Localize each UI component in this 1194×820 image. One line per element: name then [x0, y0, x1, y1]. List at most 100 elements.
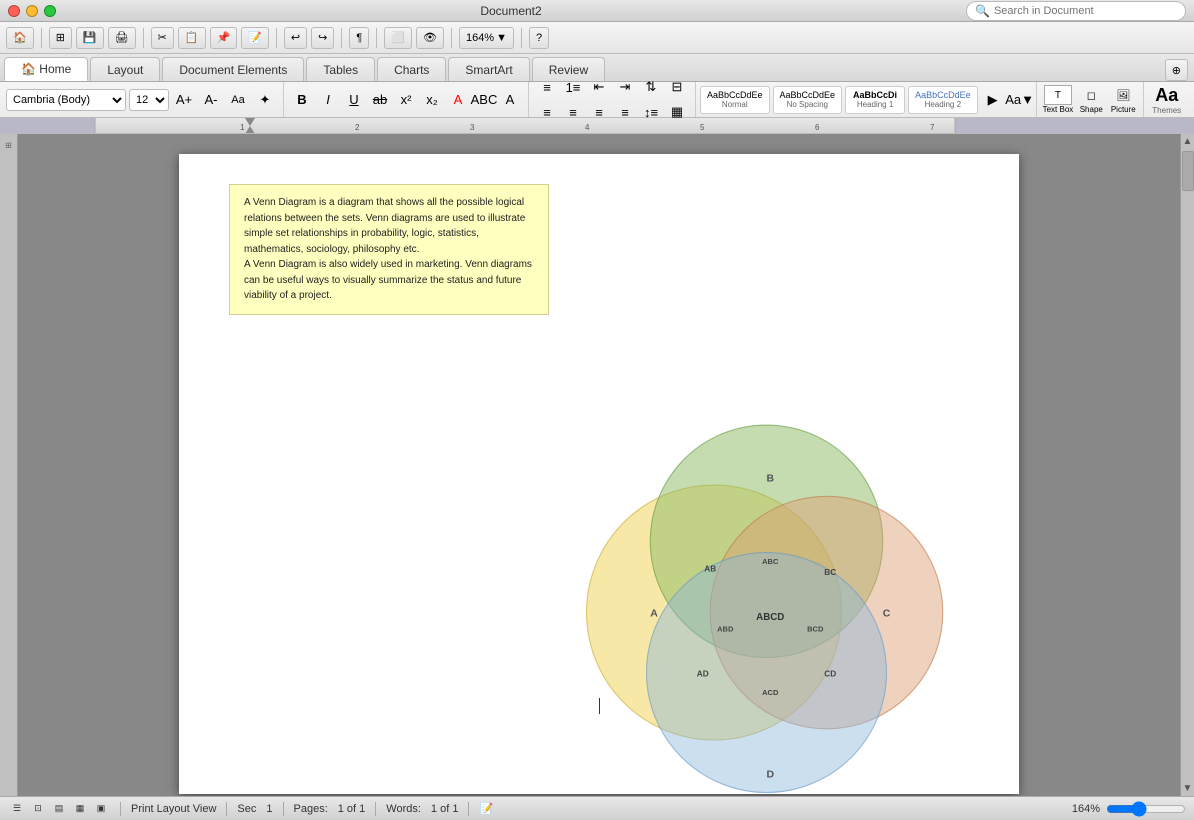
maximize-button[interactable] [44, 5, 56, 17]
view-outline-btn[interactable]: ⊡ [29, 801, 47, 817]
textbox-btn[interactable]: T Text Box [1043, 85, 1074, 114]
bullets-btn[interactable]: ≡ [535, 75, 559, 99]
zoom-slider[interactable] [1106, 801, 1186, 817]
expand-btn[interactable]: ⊕ [1165, 59, 1188, 81]
sort-btn[interactable]: ⇅ [639, 75, 663, 99]
status-sep4 [375, 802, 376, 816]
subscript-btn[interactable]: x₂ [420, 88, 444, 112]
themes-section: Aa Themes [1144, 82, 1189, 117]
borders-btn[interactable]: ⊟ [665, 75, 689, 99]
status-sep3 [283, 802, 284, 816]
themes-btn[interactable]: Aa [1155, 85, 1178, 106]
shape-btn[interactable]: ◻ Shape [1077, 85, 1105, 114]
superscript-btn[interactable]: x² [394, 88, 418, 112]
svg-text:2: 2 [355, 123, 360, 132]
view-draft-btn[interactable]: ▦ [71, 801, 89, 817]
highlight-btn[interactable]: ABC [472, 88, 496, 112]
minimize-button[interactable] [26, 5, 38, 17]
copy-btn[interactable]: 📋 [178, 27, 206, 49]
font-grow-btn[interactable]: A+ [172, 88, 196, 112]
font-color-btn[interactable]: A [446, 88, 470, 112]
numbering-btn[interactable]: 1≡ [561, 75, 585, 99]
scroll-track[interactable] [1181, 147, 1194, 783]
tab-document-elements[interactable]: Document Elements [162, 57, 304, 81]
label-c: C [883, 607, 891, 619]
venn-diagram: A B C D AB BC AD CD [549, 325, 969, 797]
outdent-btn[interactable]: ⇤ [587, 75, 611, 99]
status-sep5 [468, 802, 469, 816]
style-nospacing[interactable]: AaBbCcDdEe No Spacing [773, 86, 843, 114]
zoom-select[interactable]: 164% ▼ [459, 27, 514, 49]
style-heading2[interactable]: AaBbCcDdEe Heading 2 [908, 86, 978, 114]
search-icon: 🔍 [975, 4, 990, 18]
font-family-select[interactable]: Cambria (Body) [6, 89, 126, 111]
grid-btn[interactable]: ⊞ [49, 27, 72, 49]
undo-btn[interactable]: ↩ [284, 27, 307, 49]
tab-home[interactable]: 🏠 Home [4, 57, 88, 81]
document-page: A Venn Diagram is a diagram that shows a… [179, 154, 1019, 794]
print-btn[interactable]: 🖨 [108, 27, 136, 49]
char-format-btn[interactable]: A [498, 88, 522, 112]
zoom-controls: 164% [1072, 801, 1186, 817]
para-marks-btn[interactable]: ¶ [349, 27, 369, 49]
sep3 [276, 28, 277, 48]
scroll-thumb[interactable] [1182, 151, 1194, 191]
indent-btn[interactable]: ⇥ [613, 75, 637, 99]
tab-tables[interactable]: Tables [306, 57, 375, 81]
margin-icon: ⊞ [4, 142, 13, 149]
shape-icon: ◻ [1077, 85, 1105, 105]
font-case-btn[interactable]: Aa [226, 88, 250, 112]
venn-diagram-container: A B C D AB BC AD CD [549, 325, 969, 797]
clear-format-btn[interactable]: ✦ [253, 88, 277, 112]
home-btn[interactable]: 🏠 [6, 27, 34, 49]
close-button[interactable] [8, 5, 20, 17]
cut-btn[interactable]: ✂ [151, 27, 174, 49]
styles-more-btn[interactable]: ▶ [981, 88, 1005, 112]
view-normal-btn[interactable]: ☰ [8, 801, 26, 817]
scroll-down-btn[interactable]: ▼ [1183, 783, 1193, 794]
sep2 [143, 28, 144, 48]
format-btn[interactable]: 📝 [241, 27, 269, 49]
description-textbox: A Venn Diagram is a diagram that shows a… [229, 184, 549, 315]
picture-btn[interactable]: 🖼 Picture [1109, 85, 1137, 114]
underline-btn[interactable]: U [342, 88, 366, 112]
view-btn[interactable]: 👁 [416, 27, 444, 49]
paste-btn[interactable]: 📌 [210, 27, 238, 49]
search-input[interactable] [994, 5, 1174, 17]
style-normal[interactable]: AaBbCcDdEe Normal [700, 86, 770, 114]
main-area: ⊞ A Venn Diagram is a diagram that shows… [0, 134, 1194, 796]
document-area: A Venn Diagram is a diagram that shows a… [18, 134, 1180, 796]
window-controls [8, 5, 56, 17]
style-heading1[interactable]: AaBbCcDi Heading 1 [845, 86, 905, 114]
tab-smartart[interactable]: SmartArt [448, 57, 529, 81]
section-label: Sec [237, 803, 256, 815]
view-layout-btn[interactable]: ▤ [50, 801, 68, 817]
tab-layout[interactable]: Layout [90, 57, 160, 81]
circle-d [647, 552, 887, 792]
search-box[interactable]: 🔍 [966, 1, 1186, 21]
label-b: B [766, 472, 774, 484]
redo-btn[interactable]: ↪ [311, 27, 334, 49]
ruler: 1 2 3 4 5 6 7 [0, 118, 1194, 134]
bold-italic-section: B I U ab x² x₂ A ABC A [284, 82, 529, 117]
font-size-select[interactable]: 12 [129, 89, 169, 111]
strikethrough-btn[interactable]: ab [368, 88, 392, 112]
zoom-dropdown-icon: ▼ [496, 32, 507, 44]
help-btn[interactable]: ? [529, 27, 549, 49]
scroll-up-btn[interactable]: ▲ [1183, 136, 1193, 147]
right-scrollbar[interactable]: ▲ ▼ [1180, 134, 1194, 796]
tab-charts[interactable]: Charts [377, 57, 446, 81]
formatting-toolbar: Cambria (Body) 12 A+ A- Aa ✦ B I U ab x²… [0, 82, 1194, 118]
spellcheck-icon[interactable]: 📝 [479, 802, 493, 815]
view-web-btn[interactable]: ▣ [92, 801, 110, 817]
tab-home-icon: 🏠 [21, 62, 36, 76]
style-heading2-label: Heading 2 [925, 100, 961, 109]
bold-btn[interactable]: B [290, 88, 314, 112]
sep7 [521, 28, 522, 48]
styles-panel-btn[interactable]: Aa▼ [1008, 88, 1032, 112]
save-btn[interactable]: 💾 [76, 27, 104, 49]
layout-btn[interactable]: ⬜ [384, 27, 412, 49]
cursor [599, 698, 600, 714]
font-shrink-btn[interactable]: A- [199, 88, 223, 112]
italic-btn[interactable]: I [316, 88, 340, 112]
